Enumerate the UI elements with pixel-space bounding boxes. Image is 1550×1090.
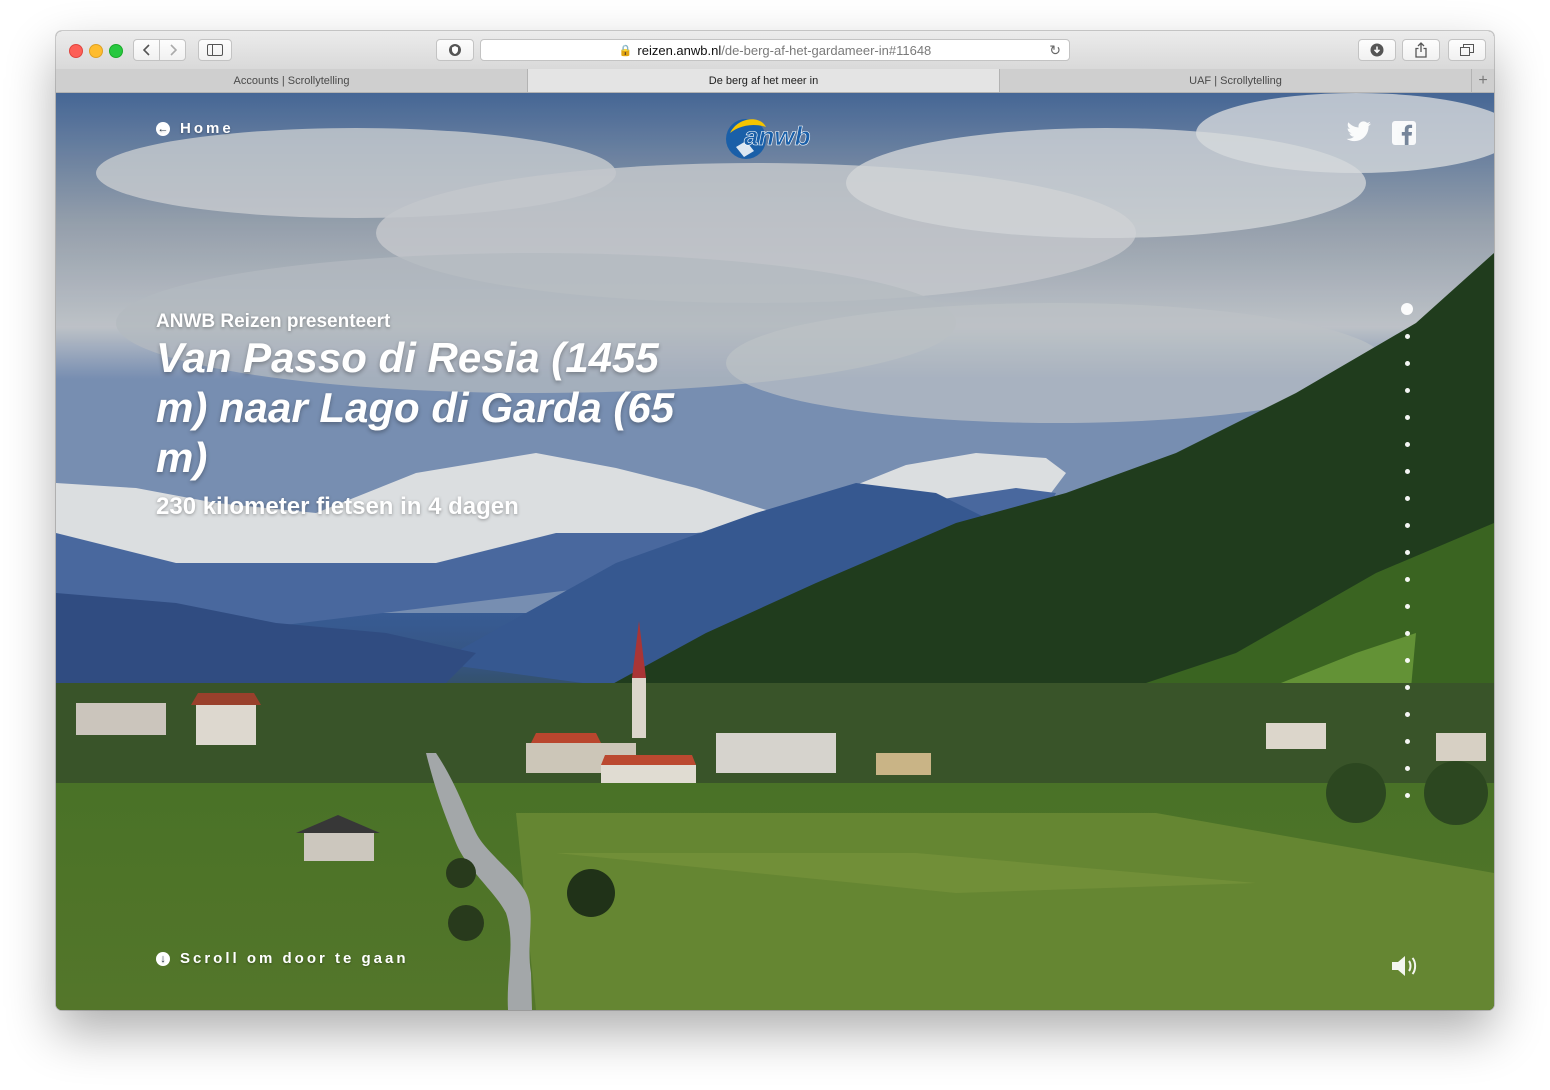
- maximize-window-button[interactable]: [109, 44, 123, 58]
- browser-toolbar: 🔒 reizen.anwb.nl/de-berg-af-het-gardamee…: [56, 31, 1494, 70]
- tabs-icon: [1460, 44, 1474, 56]
- scroll-hint-label: Scroll om door te gaan: [180, 950, 409, 967]
- share-icon: [1415, 42, 1427, 58]
- downloads-button[interactable]: [1358, 39, 1396, 61]
- section-dot[interactable]: [1405, 361, 1410, 366]
- section-dot[interactable]: [1405, 739, 1410, 744]
- url-host: reizen.anwb.nl: [637, 42, 722, 58]
- sidebar-toggle-button[interactable]: [198, 39, 232, 61]
- history-nav: [133, 39, 186, 61]
- close-window-button[interactable]: [69, 44, 83, 58]
- twitter-share-button[interactable]: [1346, 121, 1372, 143]
- section-dot[interactable]: [1405, 766, 1410, 771]
- section-dot[interactable]: [1405, 793, 1410, 798]
- section-dot[interactable]: [1405, 388, 1410, 393]
- shield-icon: [449, 44, 461, 56]
- logo-wordmark: anwb: [744, 121, 811, 151]
- section-dot[interactable]: [1405, 658, 1410, 663]
- chevron-right-icon: [169, 44, 177, 56]
- new-tab-button[interactable]: +: [1472, 69, 1494, 92]
- section-dot[interactable]: [1405, 523, 1410, 528]
- section-dot[interactable]: [1401, 303, 1413, 315]
- section-dot[interactable]: [1405, 442, 1410, 447]
- download-icon: [1370, 43, 1384, 57]
- tab-accounts[interactable]: Accounts | Scrollytelling: [56, 69, 528, 92]
- section-dot[interactable]: [1405, 685, 1410, 690]
- home-label: Home: [180, 120, 234, 137]
- hero-landscape-image: [56, 93, 1494, 1010]
- tab-current[interactable]: De berg af het meer in: [528, 69, 1000, 92]
- chevron-left-icon: [142, 44, 150, 56]
- section-dot[interactable]: [1405, 496, 1410, 501]
- anwb-logo[interactable]: anwb: [724, 111, 824, 163]
- hero-subtitle: 230 kilometer fietsen in 4 dagen: [156, 493, 519, 520]
- browser-window: 🔒 reizen.anwb.nl/de-berg-af-het-gardamee…: [56, 31, 1494, 1010]
- home-link[interactable]: ← Home: [156, 120, 234, 137]
- address-bar[interactable]: 🔒 reizen.anwb.nl/de-berg-af-het-gardamee…: [480, 39, 1070, 61]
- section-dot[interactable]: [1405, 334, 1410, 339]
- sound-toggle-icon[interactable]: [1390, 953, 1420, 979]
- section-dot[interactable]: [1405, 712, 1410, 717]
- minimize-window-button[interactable]: [89, 44, 103, 58]
- sidebar-icon: [207, 44, 223, 56]
- facebook-share-button[interactable]: [1392, 121, 1416, 145]
- facebook-icon: [1401, 124, 1413, 145]
- scroll-hint[interactable]: ↓ Scroll om door te gaan: [156, 950, 409, 967]
- reload-icon[interactable]: ↻: [1049, 42, 1061, 59]
- section-dot[interactable]: [1405, 469, 1410, 474]
- lock-icon: 🔒: [618, 44, 633, 57]
- tab-overview-button[interactable]: [1448, 39, 1486, 61]
- section-dot[interactable]: [1405, 631, 1410, 636]
- privacy-report-button[interactable]: [436, 39, 474, 61]
- hero-kicker: ANWB Reizen presenteert: [156, 311, 391, 332]
- section-dot[interactable]: [1405, 415, 1410, 420]
- arrow-left-circle-icon: ←: [156, 121, 170, 136]
- section-dot[interactable]: [1405, 577, 1410, 582]
- back-button[interactable]: [134, 40, 160, 60]
- forward-button[interactable]: [160, 40, 185, 60]
- url-path: /de-berg-af-het-gardameer-in#11648: [721, 42, 932, 58]
- hero-title: Van Passo di Resia (1455 m) naar Lago di…: [156, 334, 675, 481]
- tab-uaf[interactable]: UAF | Scrollytelling: [1000, 69, 1472, 92]
- section-dot[interactable]: [1405, 604, 1410, 609]
- web-page: ← Home anwb ANWB Reizen presenteert Van …: [56, 93, 1494, 1010]
- twitter-icon: [1346, 121, 1372, 142]
- tab-bar: Accounts | Scrollytelling De berg af het…: [56, 69, 1494, 93]
- section-dot[interactable]: [1405, 550, 1410, 555]
- arrow-down-circle-icon: ↓: [156, 951, 170, 966]
- share-button[interactable]: [1402, 39, 1440, 61]
